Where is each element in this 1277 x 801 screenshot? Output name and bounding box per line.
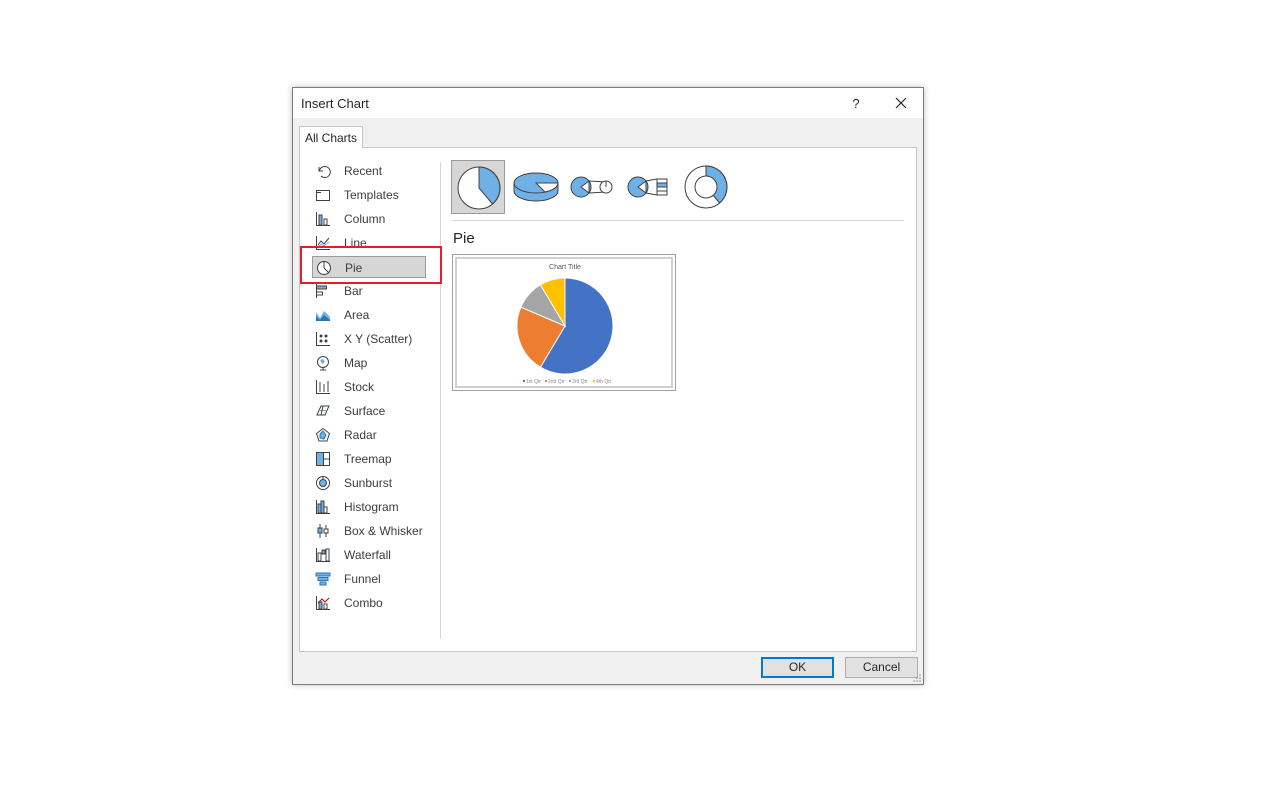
chart-type-heading: Pie <box>453 230 475 247</box>
bar-of-pie-subtype-icon <box>627 176 668 198</box>
sidebar-item-templates[interactable]: Templates <box>312 184 426 206</box>
line-icon <box>316 236 330 250</box>
sidebar-item-label: Column <box>344 212 386 226</box>
column-icon <box>316 212 330 226</box>
legend-entry: 1st Qtr <box>523 379 541 385</box>
sidebar-item-recent[interactable]: Recent <box>312 160 426 182</box>
templates-icon <box>316 190 330 201</box>
legend-swatch <box>593 380 595 382</box>
stock-icon <box>316 380 330 394</box>
sidebar-item-waterfall[interactable]: Waterfall <box>312 544 426 566</box>
title-bar: Insert Chart ? <box>293 88 923 118</box>
3d-pie-subtype-icon <box>513 172 559 202</box>
waterfall-icon <box>316 548 330 562</box>
legend-label: 3rd Qtr <box>572 379 588 385</box>
chart-preview[interactable]: Chart Title 1st Qtr 2nd Qtr 3rd Qtr 4th Qtr <box>452 254 676 391</box>
cancel-button[interactable]: Cancel <box>845 657 918 678</box>
combo-icon <box>316 596 330 610</box>
scatter-icon <box>316 332 330 346</box>
sidebar-item-label: Histogram <box>344 500 399 514</box>
legend-label: 1st Qtr <box>526 379 541 385</box>
sidebar-item-label: Funnel <box>344 572 381 586</box>
sidebar-item-scatter[interactable]: X Y (Scatter) <box>312 328 426 350</box>
sidebar-item-treemap[interactable]: Treemap <box>312 448 426 470</box>
sidebar-item-bar[interactable]: Bar <box>312 280 426 302</box>
surface-icon <box>316 405 330 416</box>
dialog-title: Insert Chart <box>301 96 369 111</box>
sidebar-item-label: Templates <box>344 188 399 202</box>
sidebar-item-column[interactable]: Column <box>312 208 426 230</box>
sidebar-item-area[interactable]: Area <box>312 304 426 326</box>
sidebar-item-radar[interactable]: Radar <box>312 424 426 446</box>
sidebar-item-map[interactable]: Map <box>312 352 426 374</box>
legend-entry: 4th Qtr <box>593 379 612 385</box>
bar-icon <box>316 284 327 298</box>
legend-swatch <box>569 380 571 382</box>
sidebar-item-label: Area <box>344 308 370 322</box>
preview-chart-title: Chart Title <box>549 264 581 271</box>
sidebar-item-box-whisker[interactable]: Box & Whisker <box>312 520 426 542</box>
sidebar-item-label: Stock <box>344 380 375 394</box>
resize-grip-icon[interactable] <box>913 674 921 682</box>
area-icon <box>316 311 330 321</box>
sidebar-item-label: Map <box>344 356 368 370</box>
legend-swatch <box>523 380 525 382</box>
sidebar-item-label: Pie <box>345 261 363 275</box>
sidebar-item-label: Treemap <box>344 452 392 466</box>
sidebar-item-line[interactable]: Line <box>312 232 426 254</box>
box-whisker-icon <box>317 524 329 538</box>
treemap-icon <box>316 452 330 466</box>
sidebar-divider <box>440 162 441 639</box>
recent-icon <box>318 166 331 178</box>
subtype-3d-pie[interactable] <box>508 160 562 214</box>
sidebar-item-stock[interactable]: Stock <box>312 376 426 398</box>
pie-icon <box>317 261 331 275</box>
subtype-pie-of-pie[interactable] <box>565 160 619 214</box>
sidebar-item-label: Sunburst <box>344 476 393 490</box>
sidebar-item-label: Waterfall <box>344 548 391 562</box>
sidebar-item-combo[interactable]: Combo <box>312 592 426 614</box>
close-icon <box>895 97 907 109</box>
subtype-pie[interactable] <box>451 160 505 214</box>
map-icon <box>317 356 329 371</box>
sidebar-item-label: Box & Whisker <box>344 524 423 538</box>
pie-chart: Chart Title 1st Qtr 2nd Qtr 3rd Qtr 4th Qtr <box>516 264 614 385</box>
funnel-icon <box>315 572 331 586</box>
histogram-icon <box>316 500 330 514</box>
doughnut-subtype-icon <box>684 165 728 209</box>
gallery-divider <box>452 220 904 221</box>
subtype-bar-of-pie[interactable] <box>622 160 676 214</box>
sidebar-item-label: Bar <box>344 284 363 298</box>
sidebar-item-funnel[interactable]: Funnel <box>312 568 426 590</box>
insert-chart-dialog: Insert Chart ? All Charts Recent Template… <box>292 87 924 685</box>
radar-icon <box>315 427 331 442</box>
chart-preview-frame: Chart Title 1st Qtr 2nd Qtr 3rd Qtr 4th Qtr <box>455 257 673 388</box>
legend-entry: 2nd Qtr <box>545 379 565 385</box>
help-button[interactable]: ? <box>845 94 867 114</box>
sidebar-item-label: Radar <box>344 428 377 442</box>
tab-all-charts[interactable]: All Charts <box>299 126 363 148</box>
sidebar-item-label: Recent <box>344 164 383 178</box>
sidebar-item-label: Surface <box>344 404 386 418</box>
legend-swatch <box>545 380 547 382</box>
sidebar-item-label: X Y (Scatter) <box>344 332 413 346</box>
sidebar-item-label: Combo <box>344 596 383 610</box>
subtype-doughnut[interactable] <box>679 160 733 214</box>
chart-panel: Recent Templates Column Line Pie Bar Area X Y (… <box>299 147 917 652</box>
legend-label: 4th Qtr <box>596 379 612 385</box>
pie-of-pie-subtype-icon <box>570 176 613 198</box>
ok-button[interactable]: OK <box>761 657 834 678</box>
sidebar-item-label: Line <box>344 236 367 250</box>
legend-label: 2nd Qtr <box>548 379 565 385</box>
pie-subtype-icon <box>457 166 501 210</box>
sidebar-item-sunburst[interactable]: Sunburst <box>312 472 426 494</box>
sunburst-icon <box>316 476 330 490</box>
sidebar-item-surface[interactable]: Surface <box>312 400 426 422</box>
close-button[interactable] <box>889 93 913 115</box>
legend-entry: 3rd Qtr <box>569 379 588 385</box>
sidebar-item-pie[interactable]: Pie <box>312 256 426 278</box>
sidebar-item-histogram[interactable]: Histogram <box>312 496 426 518</box>
